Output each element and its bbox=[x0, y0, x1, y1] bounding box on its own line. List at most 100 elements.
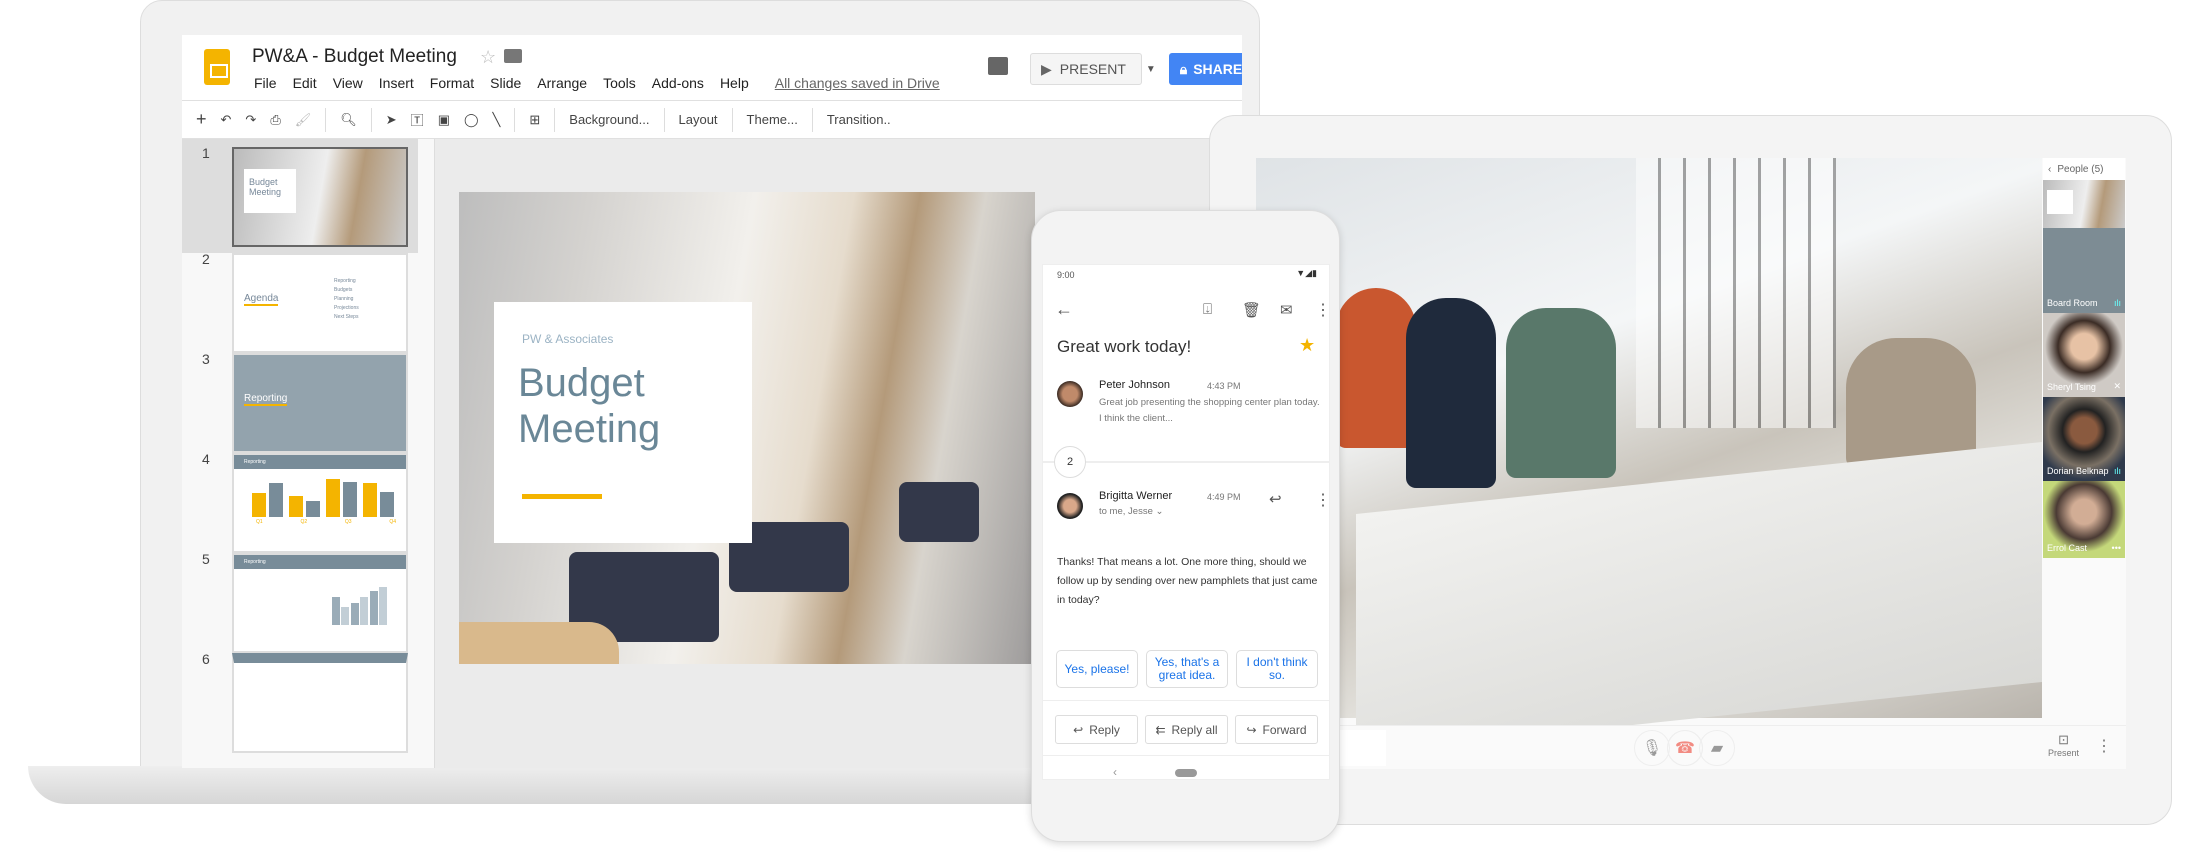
reply-icon[interactable]: ↩ bbox=[1269, 490, 1282, 508]
menu-tools[interactable]: Tools bbox=[603, 75, 636, 91]
back-arrow-icon[interactable]: ← bbox=[1055, 299, 1073, 320]
people-panel: ‹ People (5) Board Room ılı Sheryl Tsing ✕ … bbox=[2043, 158, 2125, 558]
menu-insert[interactable]: Insert bbox=[379, 75, 414, 91]
slide-thumbnail-4[interactable]: Reporting Q1 Q2 Q3 Q4 bbox=[232, 453, 408, 553]
transition-button[interactable]: Transition.. bbox=[827, 112, 891, 127]
delete-icon[interactable]: 🗑︎ bbox=[1242, 301, 1261, 319]
present-button[interactable]: ⊡ Present bbox=[2048, 732, 2079, 758]
slide-thumbnail-2[interactable]: Agenda Reporting Budgets Planning Projec… bbox=[232, 253, 408, 353]
thumb-bar bbox=[252, 493, 266, 517]
hang-up-icon[interactable]: ☎︎ bbox=[1667, 730, 1703, 766]
text-box-icon[interactable]: 🅃 bbox=[411, 110, 424, 129]
chevron-left-icon[interactable]: ‹ bbox=[2048, 164, 2051, 175]
archive-icon[interactable]: ⍗ bbox=[1203, 301, 1212, 318]
agenda-item: Projections bbox=[334, 305, 359, 311]
comments-icon[interactable] bbox=[988, 57, 1008, 75]
audio-level-icon: ılı bbox=[2113, 466, 2121, 476]
forward-button[interactable]: ↪ Forward bbox=[1235, 715, 1318, 744]
chevron-down-icon[interactable]: ▼ bbox=[1146, 64, 1156, 75]
status-time: 9:00 bbox=[1057, 270, 1075, 280]
add-comment-icon[interactable]: ⊞ bbox=[529, 112, 540, 128]
photo-window bbox=[1636, 158, 1836, 428]
layout-button[interactable]: Layout bbox=[679, 112, 718, 127]
slides-logo-icon[interactable] bbox=[204, 49, 230, 85]
thumb-title: Agenda bbox=[244, 293, 279, 306]
mark-unread-icon[interactable]: ✉︎ bbox=[1280, 301, 1293, 319]
share-button[interactable]: 🔒︎ SHARE bbox=[1169, 53, 1242, 85]
more-options-icon[interactable]: ⋮ bbox=[1315, 490, 1329, 510]
menu-format[interactable]: Format bbox=[430, 75, 474, 91]
star-icon[interactable]: ★ bbox=[1299, 335, 1315, 356]
divider bbox=[1043, 461, 1329, 463]
participant-tile[interactable]: Errol Cast ••• bbox=[2043, 481, 2125, 558]
undo-icon[interactable]: ↶ bbox=[221, 112, 232, 128]
collapsed-messages-count[interactable]: 2 bbox=[1054, 446, 1086, 478]
slide-title-line: Budget bbox=[518, 361, 645, 405]
smart-reply-chip[interactable]: Yes, please! bbox=[1056, 650, 1138, 688]
image-icon[interactable]: ▣ bbox=[438, 112, 450, 128]
more-options-icon[interactable]: ⋮ bbox=[1315, 300, 1329, 320]
menu-edit[interactable]: Edit bbox=[293, 75, 317, 91]
document-title[interactable]: PW&A - Budget Meeting bbox=[252, 46, 457, 68]
thumb-title: Budget Meeting bbox=[244, 169, 296, 213]
save-status-link[interactable]: All changes saved in Drive bbox=[775, 75, 940, 91]
reply-button[interactable]: ↩ Reply bbox=[1055, 715, 1138, 744]
camera-off-button[interactable]: ▰ bbox=[1699, 730, 1735, 766]
reply-all-button[interactable]: ⇇ Reply all bbox=[1145, 715, 1228, 744]
present-button[interactable]: ▶ PRESENT ▼ bbox=[1030, 53, 1156, 85]
line-icon[interactable]: ╲ bbox=[493, 112, 501, 128]
thumb-bar bbox=[379, 587, 387, 625]
recipients-toggle[interactable]: to me, Jesse ⌄ bbox=[1099, 506, 1163, 517]
chart-label: Q1 bbox=[256, 519, 263, 525]
thumb-title: Reporting bbox=[234, 555, 406, 569]
agenda-item: Planning bbox=[334, 296, 354, 302]
slide-thumbnail-3[interactable]: Reporting bbox=[232, 353, 408, 453]
presentation-tile[interactable] bbox=[2043, 180, 2125, 228]
sender-name: Peter Johnson bbox=[1099, 379, 1170, 391]
more-options-icon[interactable]: ⋮ bbox=[2096, 736, 2112, 756]
message-peter[interactable]: Peter Johnson 4:43 PM Great job presenti… bbox=[1043, 377, 1329, 437]
menu-arrange[interactable]: Arrange bbox=[537, 75, 587, 91]
photo-person bbox=[1506, 308, 1616, 478]
reply-all-icon: ⇇ bbox=[1155, 722, 1166, 737]
present-label: PRESENT bbox=[1059, 61, 1126, 77]
menu-slide[interactable]: Slide bbox=[490, 75, 521, 91]
menu-addons[interactable]: Add-ons bbox=[652, 75, 704, 91]
background-button[interactable]: Background... bbox=[569, 112, 649, 127]
photo-person bbox=[1846, 338, 1976, 468]
zoom-icon[interactable]: 🔍︎ bbox=[340, 112, 357, 128]
smart-reply-chip[interactable]: I don't think so. bbox=[1236, 650, 1318, 688]
divider bbox=[1043, 755, 1329, 756]
redo-icon[interactable]: ↷ bbox=[245, 112, 256, 128]
nav-home-pill[interactable] bbox=[1175, 769, 1197, 777]
print-icon[interactable]: ⎙ bbox=[270, 112, 280, 128]
thumb-bar bbox=[332, 597, 340, 625]
slide-thumbnail-5[interactable]: Reporting bbox=[232, 553, 408, 653]
mic-off-icon: ✕ bbox=[2113, 381, 2121, 391]
participant-tile[interactable]: Sheryl Tsing ✕ bbox=[2043, 313, 2125, 397]
email-subject: Great work today! bbox=[1057, 337, 1192, 356]
participant-tile[interactable]: Dorian Belknap ılı bbox=[2043, 397, 2125, 481]
slide-thumbnail-6[interactable] bbox=[232, 653, 408, 753]
menu-view[interactable]: View bbox=[333, 75, 363, 91]
new-slide-icon[interactable]: + bbox=[196, 109, 207, 130]
star-icon[interactable]: ☆ bbox=[480, 47, 496, 68]
slide-thumbnail-1[interactable]: Budget Meeting bbox=[232, 147, 408, 247]
shape-icon[interactable]: ◯ bbox=[464, 112, 479, 128]
slide-filmstrip[interactable]: 1 Budget Meeting 2 Agenda Reporting Budg… bbox=[182, 139, 435, 768]
participant-tile[interactable]: Board Room ılı bbox=[2043, 228, 2125, 313]
main-video bbox=[1256, 158, 2042, 755]
select-cursor-icon[interactable]: ➤ bbox=[386, 112, 397, 128]
folder-icon[interactable] bbox=[504, 49, 522, 63]
more-icon[interactable]: ••• bbox=[2112, 543, 2121, 553]
theme-button[interactable]: Theme... bbox=[747, 112, 798, 127]
mic-off-button[interactable]: 🎙︎ bbox=[1634, 730, 1670, 766]
thumb-card bbox=[2047, 190, 2073, 214]
thumb-bar-chart bbox=[252, 477, 394, 517]
menu-help[interactable]: Help bbox=[720, 75, 749, 91]
nav-back-icon[interactable]: ‹ bbox=[1113, 765, 1117, 779]
smart-reply-chip[interactable]: Yes, that's a great idea. bbox=[1146, 650, 1228, 688]
paint-format-icon[interactable]: 🖌︎ bbox=[295, 112, 312, 128]
menu-file[interactable]: File bbox=[254, 75, 277, 91]
current-slide[interactable]: PW & Associates Budget Meeting bbox=[459, 192, 1035, 664]
